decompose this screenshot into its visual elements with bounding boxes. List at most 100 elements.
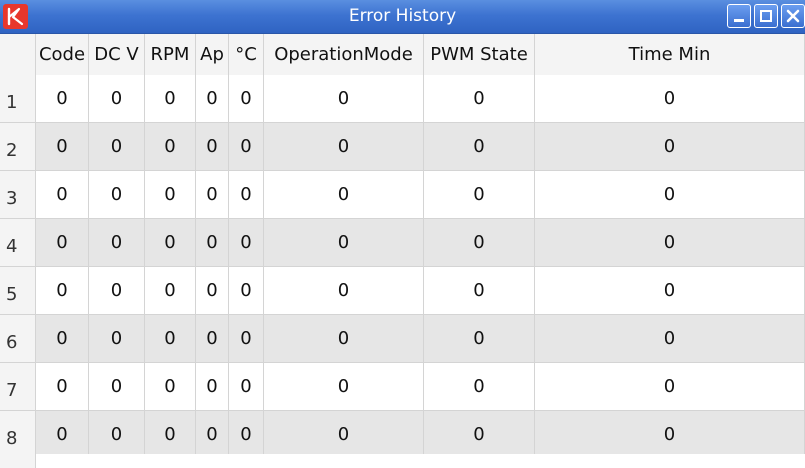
row-index-cell[interactable]: 8: [0, 411, 36, 459]
table-cell-operation-mode[interactable]: 0: [264, 267, 424, 315]
table-cell-celsius[interactable]: 0: [229, 411, 264, 459]
row-index-cell[interactable]: 7: [0, 363, 36, 411]
table-cell-operation-mode[interactable]: 0: [264, 219, 424, 267]
column-header-celsius[interactable]: °C: [229, 34, 264, 75]
table-cell-celsius[interactable]: 0: [229, 267, 264, 315]
table-cell-pwm-state[interactable]: 0: [424, 171, 535, 219]
table-cell-code[interactable]: 0: [36, 171, 89, 219]
corner-header-cell[interactable]: [0, 34, 36, 75]
column-header-code[interactable]: Code: [36, 34, 89, 75]
table-cell-pwm-state[interactable]: 0: [424, 267, 535, 315]
table-cell-dc-v[interactable]: 0: [89, 123, 145, 171]
table-cell-time-min[interactable]: 0: [535, 123, 805, 171]
maximize-button[interactable]: [754, 4, 778, 28]
table-cell-ap[interactable]: 0: [196, 315, 229, 363]
column-header-time-min[interactable]: Time Min: [535, 34, 805, 75]
table-cell-code[interactable]: 0: [36, 363, 89, 411]
table-row[interactable]: 500000000: [0, 267, 805, 315]
table-cell-dc-v[interactable]: 0: [89, 363, 145, 411]
table-row[interactable]: 800000000: [0, 411, 805, 459]
table-cell-pwm-state[interactable]: 0: [424, 75, 535, 123]
table-cell-celsius[interactable]: 0: [229, 123, 264, 171]
table-row[interactable]: 300000000: [0, 171, 805, 219]
title-bar[interactable]: Error History: [0, 0, 805, 34]
row-index-cell[interactable]: 4: [0, 219, 36, 267]
table-cell-rpm[interactable]: 0: [145, 363, 196, 411]
table-cell-ap[interactable]: 0: [196, 219, 229, 267]
table-cell-time-min[interactable]: 0: [535, 75, 805, 123]
table-cell-time-min[interactable]: 0: [535, 315, 805, 363]
table-cell-operation-mode[interactable]: 0: [264, 123, 424, 171]
table-cell-celsius[interactable]: 0: [229, 171, 264, 219]
table-cell-rpm[interactable]: 0: [145, 219, 196, 267]
table-cell-operation-mode[interactable]: 0: [264, 171, 424, 219]
table-cell-dc-v[interactable]: 0: [89, 171, 145, 219]
table-cell-dc-v[interactable]: 0: [89, 267, 145, 315]
table-cell-code[interactable]: 0: [36, 411, 89, 459]
table-cell-rpm[interactable]: 0: [145, 315, 196, 363]
window-title: Error History: [348, 6, 457, 26]
table-cell-code[interactable]: 0: [36, 219, 89, 267]
table-cell-pwm-state[interactable]: 0: [424, 219, 535, 267]
table-row[interactable]: 200000000: [0, 123, 805, 171]
table-row[interactable]: 400000000: [0, 219, 805, 267]
error-history-window: Error History Code DC V RPM Ap °C OperationMo…: [0, 0, 805, 468]
table-cell-ap[interactable]: 0: [196, 123, 229, 171]
table-cell-dc-v[interactable]: 0: [89, 315, 145, 363]
table-row[interactable]: 700000000: [0, 363, 805, 411]
table-cell-celsius[interactable]: 0: [229, 219, 264, 267]
table-cell-rpm[interactable]: 0: [145, 411, 196, 459]
table-cell-time-min[interactable]: 0: [535, 363, 805, 411]
column-header-dc-v[interactable]: DC V: [89, 34, 145, 75]
table-cell-pwm-state[interactable]: 0: [424, 315, 535, 363]
row-index-cell[interactable]: 3: [0, 171, 36, 219]
table-row[interactable]: 600000000: [0, 315, 805, 363]
table-cell-rpm[interactable]: 0: [145, 75, 196, 123]
close-icon: [786, 9, 800, 23]
table-cell-ap[interactable]: 0: [196, 75, 229, 123]
table-cell-ap[interactable]: 0: [196, 267, 229, 315]
table-cell-celsius[interactable]: 0: [229, 75, 264, 123]
table-cell-ap[interactable]: 0: [196, 171, 229, 219]
row-index-cell[interactable]: 2: [0, 123, 36, 171]
table-cell-dc-v[interactable]: 0: [89, 219, 145, 267]
table-cell-operation-mode[interactable]: 0: [264, 411, 424, 459]
table-cell-ap[interactable]: 0: [196, 411, 229, 459]
row-index-cell[interactable]: 5: [0, 267, 36, 315]
table-cell-dc-v[interactable]: 0: [89, 75, 145, 123]
table-cell-code[interactable]: 0: [36, 315, 89, 363]
table-cell-dc-v[interactable]: 0: [89, 411, 145, 459]
minimize-icon: [734, 19, 744, 22]
table-cell-rpm[interactable]: 0: [145, 267, 196, 315]
table-cell-time-min[interactable]: 0: [535, 267, 805, 315]
column-header-ap[interactable]: Ap: [196, 34, 229, 75]
column-header-rpm[interactable]: RPM: [145, 34, 196, 75]
table-cell-time-min[interactable]: 0: [535, 171, 805, 219]
close-button[interactable]: [781, 4, 805, 28]
table-cell-code[interactable]: 0: [36, 75, 89, 123]
table-cell-celsius[interactable]: 0: [229, 363, 264, 411]
column-header-operation-mode[interactable]: OperationMode: [264, 34, 424, 75]
table-cell-time-min[interactable]: 0: [535, 219, 805, 267]
table-header-row: Code DC V RPM Ap °C OperationMode PWM State Tim…: [0, 34, 805, 76]
table-cell-celsius[interactable]: 0: [229, 315, 264, 363]
table-cell-time-min[interactable]: 0: [535, 411, 805, 459]
table-cell-pwm-state[interactable]: 0: [424, 411, 535, 459]
table-cell-operation-mode[interactable]: 0: [264, 75, 424, 123]
table-cell-rpm[interactable]: 0: [145, 123, 196, 171]
row-header-strip: [0, 454, 36, 468]
table-cell-pwm-state[interactable]: 0: [424, 123, 535, 171]
table-cell-operation-mode[interactable]: 0: [264, 363, 424, 411]
table-cell-ap[interactable]: 0: [196, 363, 229, 411]
table-empty-area: [0, 454, 805, 468]
table-cell-code[interactable]: 0: [36, 267, 89, 315]
minimize-button[interactable]: [727, 4, 751, 28]
row-index-cell[interactable]: 1: [0, 75, 36, 123]
row-index-cell[interactable]: 6: [0, 315, 36, 363]
table-cell-operation-mode[interactable]: 0: [264, 315, 424, 363]
table-cell-pwm-state[interactable]: 0: [424, 363, 535, 411]
table-cell-rpm[interactable]: 0: [145, 171, 196, 219]
column-header-pwm-state[interactable]: PWM State: [424, 34, 535, 75]
table-row[interactable]: 100000000: [0, 75, 805, 123]
table-cell-code[interactable]: 0: [36, 123, 89, 171]
